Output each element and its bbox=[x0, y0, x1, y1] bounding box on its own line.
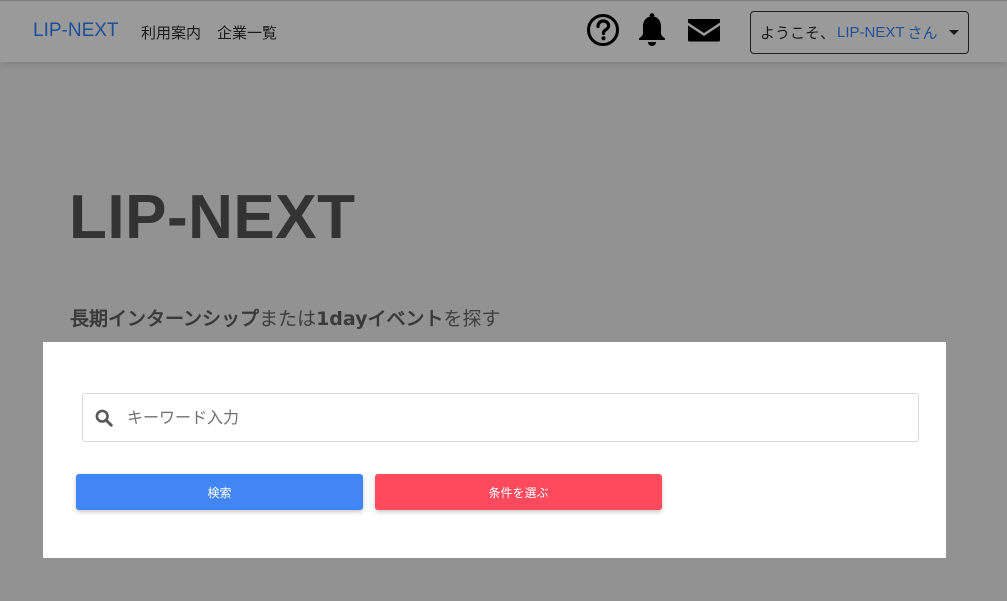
user-greeting: ようこそ、 bbox=[760, 24, 836, 42]
user-menu-dropdown[interactable]: ようこそ、 LIP-NEXT さん bbox=[750, 11, 969, 54]
subtitle-search: を探す bbox=[443, 308, 501, 330]
hero-title: LIP-NEXT bbox=[69, 183, 356, 252]
bell-icon[interactable] bbox=[637, 13, 667, 47]
filter-conditions-button[interactable]: 条件を選ぶ bbox=[375, 474, 662, 510]
search-icon bbox=[95, 409, 113, 427]
nav-links: 利用案内 企業一覧 bbox=[141, 22, 277, 43]
help-circle-icon[interactable] bbox=[586, 13, 620, 47]
brand-logo[interactable]: LIP-NEXT bbox=[33, 20, 119, 42]
mail-icon[interactable] bbox=[687, 13, 721, 47]
page: LIP-NEXT 利用案内 企業一覧 ようこそ、 LIP-NEXT さん LIP… bbox=[0, 0, 1007, 601]
nav-link-guide[interactable]: 利用案内 bbox=[141, 22, 201, 43]
caret-down-icon bbox=[949, 30, 959, 35]
navbar: LIP-NEXT 利用案内 企業一覧 ようこそ、 LIP-NEXT さん bbox=[0, 0, 1007, 62]
search-input[interactable] bbox=[127, 397, 907, 438]
subtitle-1day-event: 1dayイベント bbox=[316, 308, 444, 330]
search-box bbox=[82, 393, 919, 442]
hero-subtitle: 長期インターンシップまたは1dayイベントを探す bbox=[70, 304, 501, 331]
subtitle-or: または bbox=[259, 308, 317, 330]
user-honorific: さん bbox=[907, 24, 938, 42]
search-panel: 検索 条件を選ぶ bbox=[43, 342, 946, 558]
user-name: LIP-NEXT bbox=[837, 24, 905, 41]
nav-icons bbox=[586, 13, 721, 47]
nav-link-companies[interactable]: 企業一覧 bbox=[217, 22, 277, 43]
search-button[interactable]: 検索 bbox=[76, 474, 363, 510]
subtitle-long-internship: 長期インターンシップ bbox=[70, 308, 260, 330]
